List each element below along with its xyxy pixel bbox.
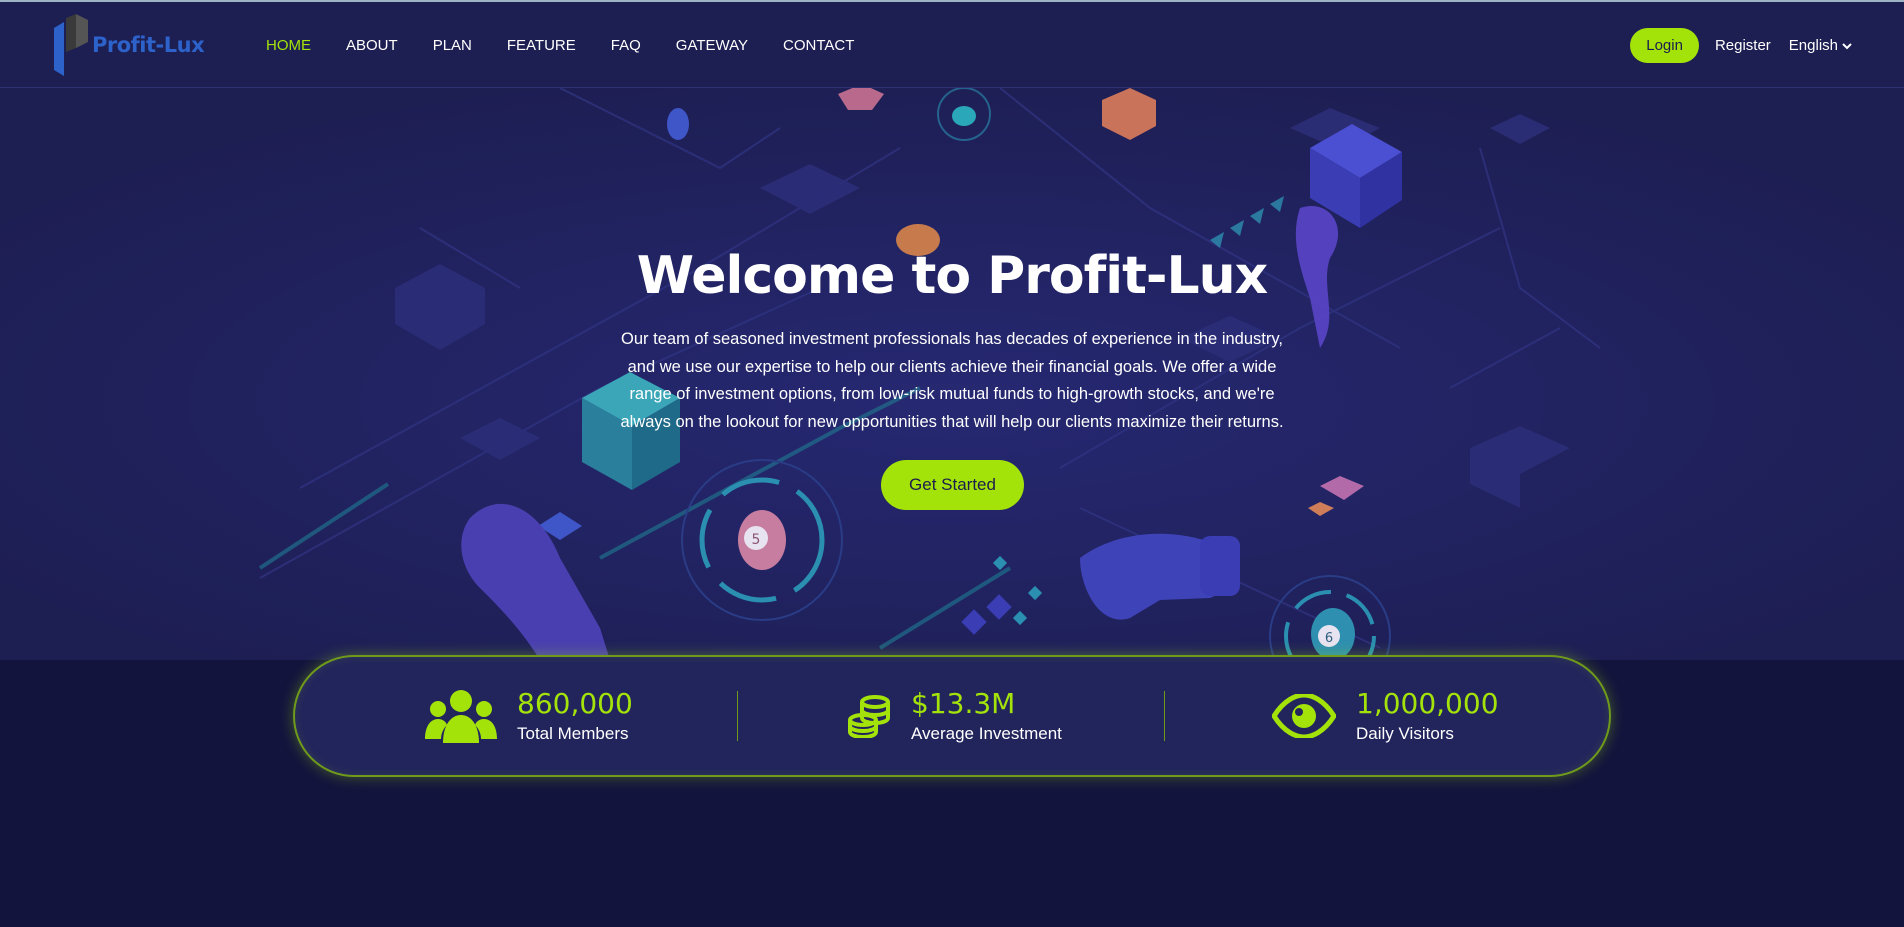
nav-faq[interactable]: FAQ xyxy=(611,37,641,54)
hero-title: Welcome to Profit-Lux xyxy=(636,246,1268,306)
stat-daily-visitors: 1,000,000 Daily Visitors xyxy=(1272,657,1499,775)
stat-value: 1,000,000 xyxy=(1356,687,1499,720)
main-nav: HOME ABOUT PLAN FEATURE FAQ GATEWAY CONT… xyxy=(266,2,889,88)
nav-home[interactable]: HOME xyxy=(266,37,311,54)
stat-value: $13.3M xyxy=(911,687,1016,720)
stats-bar: 860,000 Total Members $13.3M Average Inv… xyxy=(293,655,1611,777)
svg-text:6: 6 xyxy=(1325,631,1333,646)
site-header: Profit-Lux HOME ABOUT PLAN FEATURE FAQ G… xyxy=(0,0,1904,88)
svg-text:5: 5 xyxy=(752,532,761,548)
header-actions: Login Register English xyxy=(1630,2,1852,88)
stat-label: Total Members xyxy=(517,724,629,743)
stat-divider xyxy=(1164,691,1165,741)
logo-mark-icon xyxy=(54,14,88,76)
users-icon xyxy=(425,689,497,743)
logo-text: Profit-Lux xyxy=(92,33,205,57)
stat-text: 1,000,000 Daily Visitors xyxy=(1356,688,1499,744)
hero-description: Our team of seasoned investment professi… xyxy=(620,330,1284,431)
login-button[interactable]: Login xyxy=(1630,27,1699,63)
nav-plan[interactable]: PLAN xyxy=(433,37,472,54)
nav-contact[interactable]: CONTACT xyxy=(783,37,854,54)
get-started-button[interactable]: Get Started xyxy=(881,460,1024,510)
logo[interactable]: Profit-Lux xyxy=(52,14,205,76)
register-link[interactable]: Register xyxy=(1715,37,1771,54)
stat-label: Daily Visitors xyxy=(1356,724,1454,743)
stat-text: $13.3M Average Investment xyxy=(911,688,1062,744)
stat-average-investment: $13.3M Average Investment xyxy=(847,657,1062,775)
nav-feature[interactable]: FEATURE xyxy=(507,37,576,54)
coins-icon xyxy=(847,694,891,738)
stat-value: 860,000 xyxy=(517,687,633,720)
chevron-down-icon xyxy=(1842,37,1852,54)
stat-total-members: 860,000 Total Members xyxy=(425,657,633,775)
eye-icon xyxy=(1272,694,1336,738)
nav-about[interactable]: ABOUT xyxy=(346,37,398,54)
nav-gateway[interactable]: GATEWAY xyxy=(676,37,748,54)
language-label: English xyxy=(1788,36,1838,54)
stat-divider xyxy=(737,691,738,741)
stat-text: 860,000 Total Members xyxy=(517,688,633,744)
hero-section: 5 6 Welcome to Profit-Lux Our team of se… xyxy=(0,88,1904,660)
stat-label: Average Investment xyxy=(911,724,1062,743)
language-selector[interactable]: English xyxy=(1789,37,1852,54)
